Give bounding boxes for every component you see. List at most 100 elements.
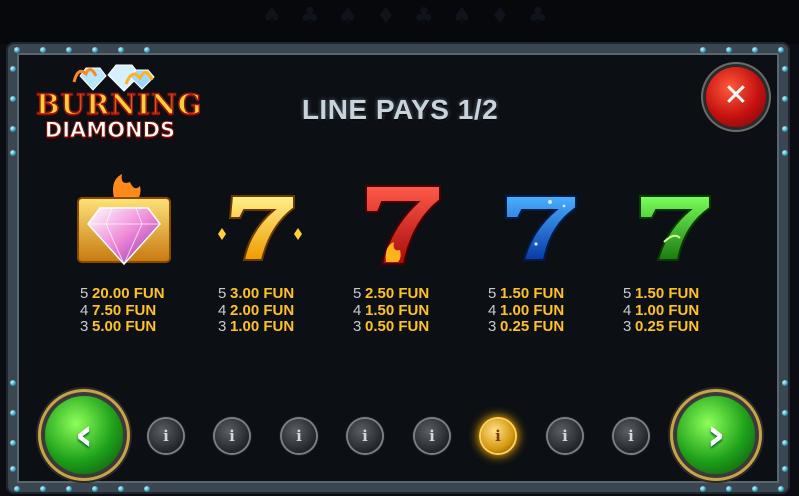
info-icon: i — [429, 427, 435, 445]
pay-value: 2.50 FUN — [365, 285, 430, 302]
pay-value: 0.25 FUN — [635, 318, 700, 335]
rivet — [752, 486, 758, 492]
rivet — [14, 486, 20, 492]
rivet — [782, 66, 788, 72]
paytable-gold-seven: 5 3.00 FUN 4 2.00 FUN 3 1.00 FUN — [218, 285, 338, 336]
pay-row: 3 5.00 FUN — [80, 318, 157, 335]
pay-value: 1.50 FUN — [635, 285, 700, 302]
burning-diamond-symbol-icon — [77, 174, 171, 266]
rivet — [10, 66, 16, 72]
rivet — [118, 47, 124, 53]
pay-value: 1.00 FUN — [635, 301, 700, 319]
info-icon: i — [495, 427, 501, 445]
page-dot-7[interactable]: i — [548, 419, 582, 453]
pay-row: 4 1.00 FUN — [623, 301, 700, 319]
rivet — [726, 47, 732, 53]
pay-row: 3 0.25 FUN — [623, 318, 700, 335]
rivet — [782, 380, 788, 386]
pay-row: 5 3.00 FUN — [218, 285, 295, 302]
close-icon: ✕ — [723, 78, 749, 113]
rivet — [700, 486, 706, 492]
pay-row: 4 7.50 FUN — [80, 301, 157, 319]
page-dot-1[interactable]: i — [149, 419, 183, 453]
rivet — [92, 47, 98, 53]
page-dot-3[interactable]: i — [282, 419, 316, 453]
rivet — [10, 126, 16, 132]
pay-row: 4 2.00 FUN — [218, 301, 295, 319]
page-dot-2[interactable]: i — [215, 419, 249, 453]
paytable-burning-diamond: 5 20.00 FUN 4 7.50 FUN 3 5.00 FUN — [80, 285, 200, 336]
pay-row: 5 2.50 FUN — [353, 285, 430, 302]
rivet — [92, 486, 98, 492]
red-fire-seven-symbol-icon — [365, 185, 441, 265]
paytable-red-fire-seven: 5 2.50 FUN 4 1.50 FUN 3 0.50 FUN — [353, 285, 473, 336]
page-dot-4[interactable]: i — [348, 419, 382, 453]
pay-row: 5 1.50 FUN — [488, 285, 565, 302]
pay-value: 20.00 FUN — [92, 285, 165, 302]
rivet — [782, 410, 788, 416]
rivet — [726, 486, 732, 492]
pay-value: 1.50 FUN — [365, 301, 430, 319]
rivet — [40, 486, 46, 492]
pay-value: 1.50 FUN — [500, 285, 565, 302]
pay-row: 3 0.50 FUN — [353, 318, 430, 335]
info-icon: i — [296, 427, 302, 445]
rivet — [700, 47, 706, 53]
rivet — [40, 47, 46, 53]
rivet — [778, 486, 784, 492]
next-page-button[interactable]: › — [677, 396, 755, 474]
info-icon: i — [362, 427, 368, 445]
rivet — [10, 380, 16, 386]
rivet — [10, 466, 16, 472]
pay-value: 3.00 FUN — [230, 285, 295, 302]
pay-row: 3 1.00 FUN — [218, 318, 295, 335]
rivet — [782, 440, 788, 446]
rivet — [66, 47, 72, 53]
chevron-right-icon: › — [706, 407, 726, 461]
paytable-blue-seven: 5 1.50 FUN 4 1.00 FUN 3 0.25 FUN — [488, 285, 608, 336]
blue-seven-symbol-icon — [505, 195, 577, 261]
green-seven-symbol-icon — [639, 195, 711, 261]
pay-value: 0.25 FUN — [500, 318, 565, 335]
pay-value: 1.00 FUN — [500, 301, 565, 319]
page-title: LINE PAYS 1/2 — [301, 94, 499, 125]
previous-page-button[interactable]: ‹ — [45, 396, 123, 474]
pay-value: 0.50 FUN — [365, 318, 430, 335]
close-button[interactable]: ✕ — [706, 67, 766, 127]
rivet — [14, 47, 20, 53]
chevron-left-icon: ‹ — [74, 407, 94, 461]
pay-row: 4 1.00 FUN — [488, 301, 565, 319]
rivet — [144, 47, 150, 53]
info-icon: i — [163, 427, 169, 445]
pay-value: 5.00 FUN — [92, 318, 157, 335]
rivet — [782, 150, 788, 156]
rivet — [10, 440, 16, 446]
info-icon: i — [562, 427, 568, 445]
logo-title-line1: BURNING — [35, 87, 203, 122]
gold-seven-symbol-icon — [218, 195, 302, 261]
rivet — [778, 47, 784, 53]
background-pattern: ♠ ♣ ♠ ♦ ♣ ♠ ♦ ♣ — [0, 0, 799, 44]
pay-row: 5 1.50 FUN — [623, 285, 700, 302]
pay-value: 2.00 FUN — [230, 301, 295, 319]
rivet — [752, 47, 758, 53]
rivet — [10, 410, 16, 416]
pay-row: 3 0.25 FUN — [488, 318, 565, 335]
logo-title-line2: DIAMONDS — [44, 118, 176, 143]
rivet — [10, 150, 16, 156]
rivet — [782, 126, 788, 132]
page-dot-5[interactable]: i — [415, 419, 449, 453]
rivet — [144, 486, 150, 492]
rivet — [10, 96, 16, 102]
paytable-green-seven: 5 1.50 FUN 4 1.00 FUN 3 0.25 FUN — [623, 285, 743, 336]
pay-value: 1.00 FUN — [230, 318, 295, 335]
rivet — [782, 96, 788, 102]
info-icon: i — [229, 427, 235, 445]
info-icon: i — [628, 427, 634, 445]
page-dot-6-active[interactable]: i — [481, 419, 515, 453]
pay-row: 5 20.00 FUN — [80, 285, 165, 302]
game-logo: BURNING DIAMONDS — [35, 62, 203, 143]
pay-value: 7.50 FUN — [92, 301, 157, 319]
rivet — [66, 486, 72, 492]
page-dot-8[interactable]: i — [614, 419, 648, 453]
